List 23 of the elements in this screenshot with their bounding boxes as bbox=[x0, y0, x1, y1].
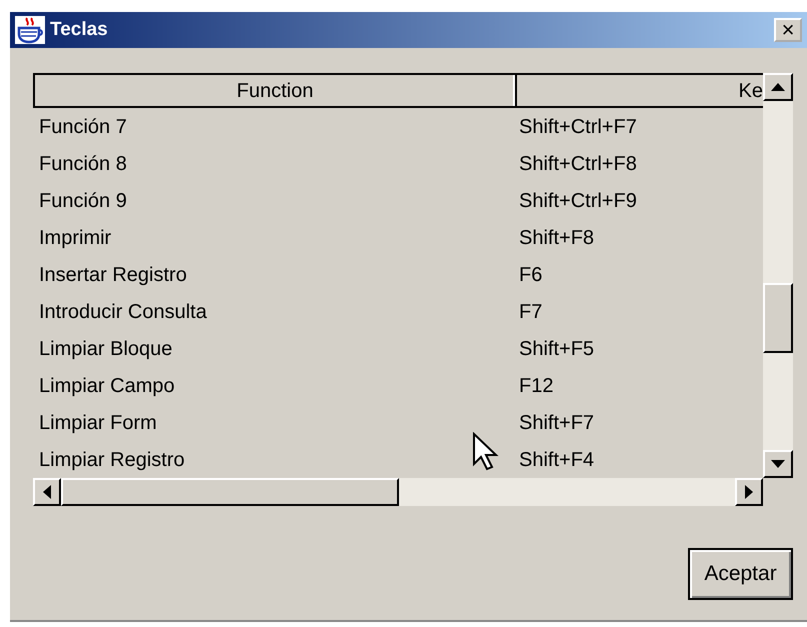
table-cell: Shift+Ctrl+F7 bbox=[519, 116, 637, 138]
table-cell: Limpiar Form bbox=[39, 412, 157, 434]
table-cell: Introducir Consulta bbox=[39, 300, 207, 322]
table-cell: Imprimir bbox=[39, 226, 112, 248]
table-cell: F12 bbox=[519, 374, 554, 396]
table-cell: Shift+F7 bbox=[519, 412, 594, 434]
table-cell: Función 7 bbox=[39, 116, 127, 138]
table-cell: Shift+Ctrl+F9 bbox=[519, 190, 637, 212]
table-cell: Shift+F8 bbox=[519, 226, 594, 248]
table-cell: Función 9 bbox=[39, 190, 127, 212]
table-cell: Shift+F5 bbox=[519, 338, 594, 360]
table-cell: Limpiar Bloque bbox=[39, 338, 172, 360]
table-cell: Shift+F4 bbox=[519, 448, 594, 470]
close-button[interactable]: × bbox=[774, 18, 802, 42]
table-cell: F7 bbox=[519, 300, 542, 322]
table-cell: Limpiar Registro bbox=[39, 448, 185, 470]
table-cell: Limpiar Campo bbox=[39, 374, 175, 396]
table-cell: Shift+Ctrl+F8 bbox=[519, 152, 637, 174]
table-cell: F6 bbox=[519, 264, 542, 286]
window-title: Teclas bbox=[50, 18, 108, 42]
table-cell: Función 8 bbox=[39, 152, 127, 174]
accept-button[interactable]: Aceptar bbox=[688, 548, 793, 600]
table-cell: Insertar Registro bbox=[39, 264, 187, 286]
